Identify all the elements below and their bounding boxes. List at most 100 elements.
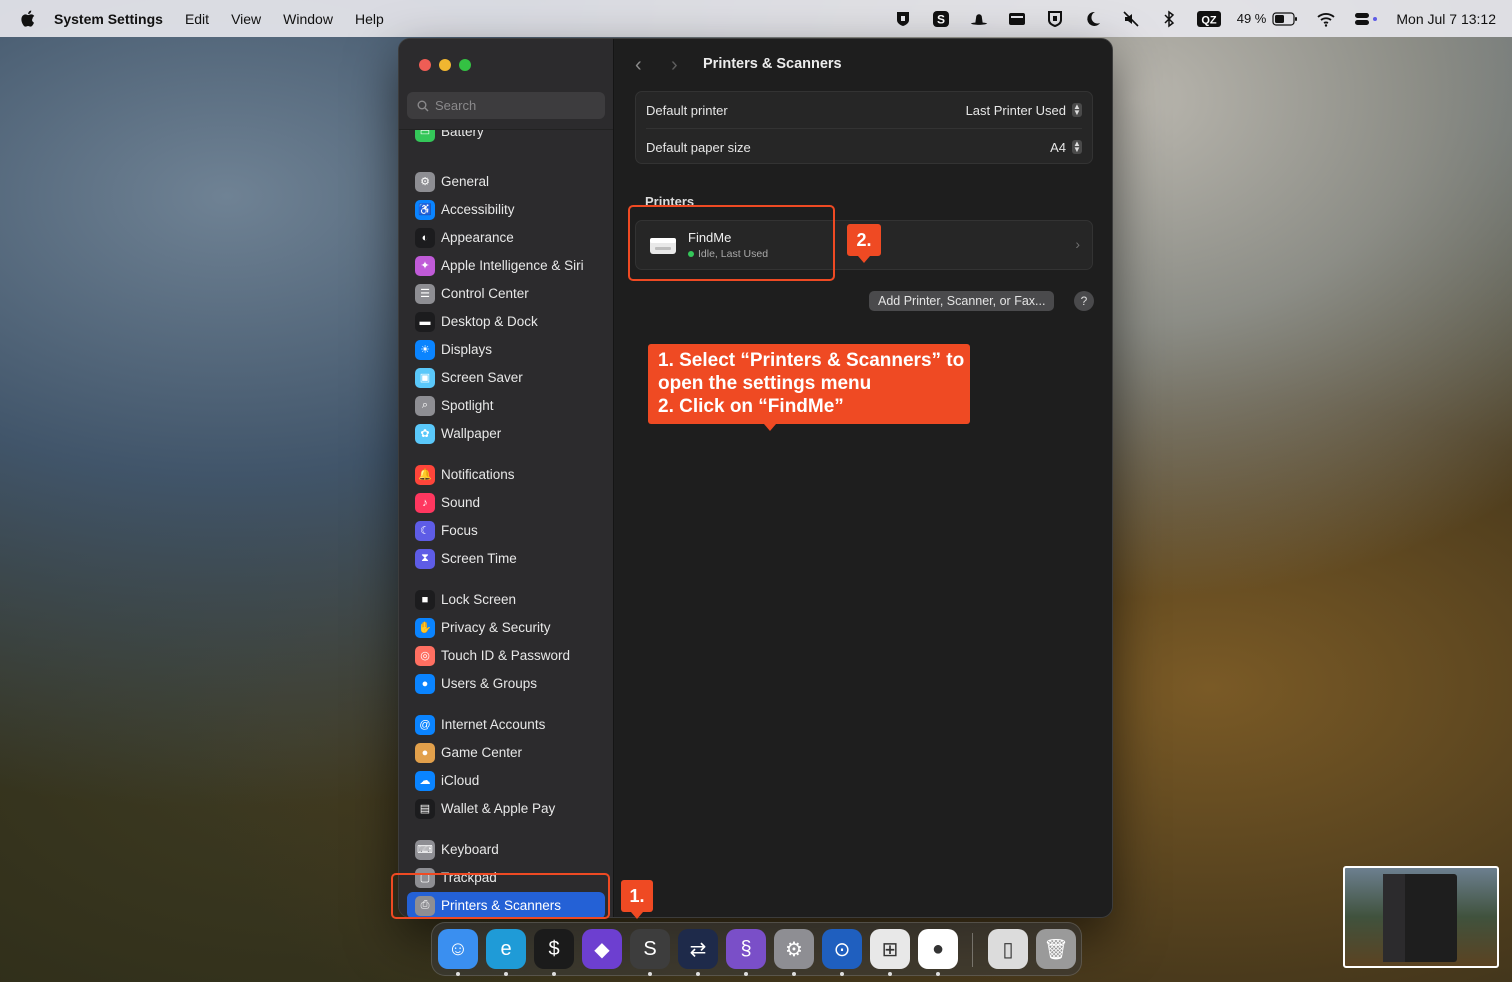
sidebar-item-focus[interactable]: ☾ Focus [407, 517, 605, 544]
sidebar-list: ▭ Battery ⚙ General ♿ Accessibility ◐ Appearanc… [399, 129, 613, 917]
search-placeholder: Search [435, 98, 477, 113]
sidebar-item-spotlight[interactable]: ⌕ Spotlight [407, 392, 605, 419]
dock-windows-app-icon[interactable]: ⊞ [870, 929, 910, 969]
sidebar-item-control-center[interactable]: ☰ Control Center [407, 280, 605, 307]
dock-bitwarden-icon[interactable]: ⊙ [822, 929, 862, 969]
paper-size-select[interactable]: A4 ▲ ▼ [1050, 140, 1082, 155]
sidebar-item-label: Control Center [441, 286, 529, 301]
battery-percent: 49 % [1236, 11, 1267, 26]
hourglass-icon: ⧗ [415, 548, 435, 569]
screen-saver-icon: ▣ [415, 367, 435, 388]
zoom-button[interactable] [459, 59, 471, 71]
window-icon[interactable] [1007, 9, 1027, 29]
paper-size-label: Default paper size [646, 139, 751, 155]
flower-icon: ✿ [415, 423, 435, 444]
dock-running-indicator [744, 972, 748, 976]
menu-help[interactable]: Help [355, 11, 384, 27]
svg-text:S: S [937, 12, 945, 26]
window-controls [419, 59, 471, 71]
thumbnail-window [1383, 874, 1457, 962]
sidebar-item-label: Accessibility [441, 202, 515, 217]
dock-document-icon[interactable]: ▯ [988, 929, 1028, 969]
battery-icon[interactable] [1272, 9, 1298, 29]
system-settings-window: Search ▭ Battery ⚙ General ♿ Accessibility ◐ Ap… [398, 38, 1113, 918]
menu-view[interactable]: View [231, 11, 261, 27]
help-button[interactable]: ? [1074, 291, 1094, 311]
menu-edit[interactable]: Edit [185, 11, 209, 27]
back-chevron-icon[interactable]: ‹ [635, 55, 655, 75]
svg-text:QZ: QZ [1201, 14, 1217, 26]
minimize-button[interactable] [439, 59, 451, 71]
bluetooth-icon[interactable] [1159, 9, 1179, 29]
sidebar-item-general[interactable]: ⚙ General [407, 168, 605, 195]
control-center-icon[interactable] [1354, 9, 1380, 29]
sidebar-item-accessibility[interactable]: ♿ Accessibility [407, 196, 605, 223]
moon-icon[interactable] [1083, 9, 1103, 29]
wallet-icon: ▤ [415, 798, 435, 819]
apple-menu-icon[interactable] [20, 10, 36, 27]
sidebar-item-touch-id-password[interactable]: ◎ Touch ID & Password [407, 642, 605, 669]
dock-finder-icon[interactable]: ☺ [438, 929, 478, 969]
dock-system-settings-icon[interactable]: ⚙ [774, 929, 814, 969]
hat-icon[interactable] [969, 9, 989, 29]
sidebar: Search ▭ Battery ⚙ General ♿ Accessibility ◐ Ap… [399, 39, 614, 917]
sidebar-item-label: Internet Accounts [441, 717, 546, 732]
thumbnail-sidebar [1383, 874, 1405, 962]
wifi-icon[interactable] [1316, 9, 1336, 29]
dock-teamviewer-icon[interactable]: ⇄ [678, 929, 718, 969]
sidebar-item-label: Battery [441, 129, 484, 139]
input-source-icon[interactable]: QZ [1196, 9, 1221, 29]
menu-clock[interactable]: Mon Jul 7 13:12 [1396, 11, 1496, 27]
sidebar-item-keyboard[interactable]: ⌨ Keyboard [407, 836, 605, 863]
sidebar-item-sound[interactable]: ♪ Sound [407, 489, 605, 516]
sidebar-item-notifications[interactable]: 🔔 Notifications [407, 461, 605, 488]
shield-icon[interactable] [893, 9, 913, 29]
instruction-callout: 1. Select “Printers & Scanners” to open … [648, 344, 970, 431]
default-printer-select[interactable]: Last Printer Used ▲ ▼ [966, 103, 1082, 118]
sidebar-item-users-groups[interactable]: ● Users & Groups [407, 670, 605, 697]
dock-trash-icon[interactable]: 🗑 [1036, 929, 1076, 969]
sidebar-item-appearance[interactable]: ◐ Appearance [407, 224, 605, 251]
forward-chevron-icon[interactable]: › [671, 55, 691, 75]
close-button[interactable] [419, 59, 431, 71]
menu-window[interactable]: Window [283, 11, 333, 27]
sidebar-item-screen-time[interactable]: ⧗ Screen Time [407, 545, 605, 572]
sidebar-item-icloud[interactable]: ☁ iCloud [407, 767, 605, 794]
sidebar-item-label: Touch ID & Password [441, 648, 571, 663]
sidebar-item-wallet-apple-pay[interactable]: ▤ Wallet & Apple Pay [407, 795, 605, 822]
sidebar-item-desktop-dock[interactable]: ▬ Desktop & Dock [407, 308, 605, 335]
sidebar-item-privacy-security[interactable]: ✋ Privacy & Security [407, 614, 605, 641]
search-input[interactable]: Search [407, 92, 605, 119]
paper-size-value: A4 [1050, 139, 1066, 155]
dock-sublime-text-icon[interactable]: S [630, 929, 670, 969]
sidebar-item-battery[interactable]: ▭ Battery [407, 129, 605, 145]
sidebar-item-game-center[interactable]: ● Game Center [407, 739, 605, 766]
mute-icon[interactable] [1121, 9, 1141, 29]
vpn-shield-icon[interactable] [1045, 9, 1065, 29]
sidebar-item-lock-screen[interactable]: ■ Lock Screen [407, 586, 605, 613]
dock-terminal-icon[interactable]: $ [534, 929, 574, 969]
main-pane: ‹ › Printers & Scanners Default printer … [615, 39, 1112, 917]
callout-line: 1. Select “Printers & Scanners” to [658, 350, 965, 371]
add-printer-button[interactable]: Add Printer, Scanner, or Fax... [869, 291, 1055, 311]
sidebar-item-screen-saver[interactable]: ▣ Screen Saver [407, 364, 605, 391]
screenshot-thumbnail[interactable] [1343, 866, 1499, 968]
sidebar-item-label: Focus [441, 523, 478, 538]
dock-icon: ▬ [415, 311, 435, 332]
sidebar-item-label: Screen Saver [441, 370, 523, 385]
sidebar-item-wallpaper[interactable]: ✿ Wallpaper [407, 420, 605, 447]
sidebar-item-internet-accounts[interactable]: @ Internet Accounts [407, 711, 605, 738]
app-name-menu[interactable]: System Settings [54, 11, 163, 27]
dock-screen-recorder-icon[interactable]: § [726, 929, 766, 969]
default-printer-value: Last Printer Used [965, 102, 1066, 118]
default-printer-label: Default printer [646, 102, 728, 118]
dock-obsidian-icon[interactable]: ◆ [582, 929, 622, 969]
s-app-icon[interactable]: S [931, 9, 951, 29]
dock-google-chrome-icon[interactable]: ● [918, 929, 958, 969]
dock-running-indicator [888, 972, 892, 976]
callout-line: open the settings menu [658, 373, 872, 394]
step-1-badge: 1. [621, 880, 653, 919]
dock-microsoft-edge-icon[interactable]: e [486, 929, 526, 969]
sidebar-item-displays[interactable]: ☀ Displays [407, 336, 605, 363]
sidebar-item-apple-intelligence-siri[interactable]: ✦ Apple Intelligence & Siri [407, 252, 605, 279]
